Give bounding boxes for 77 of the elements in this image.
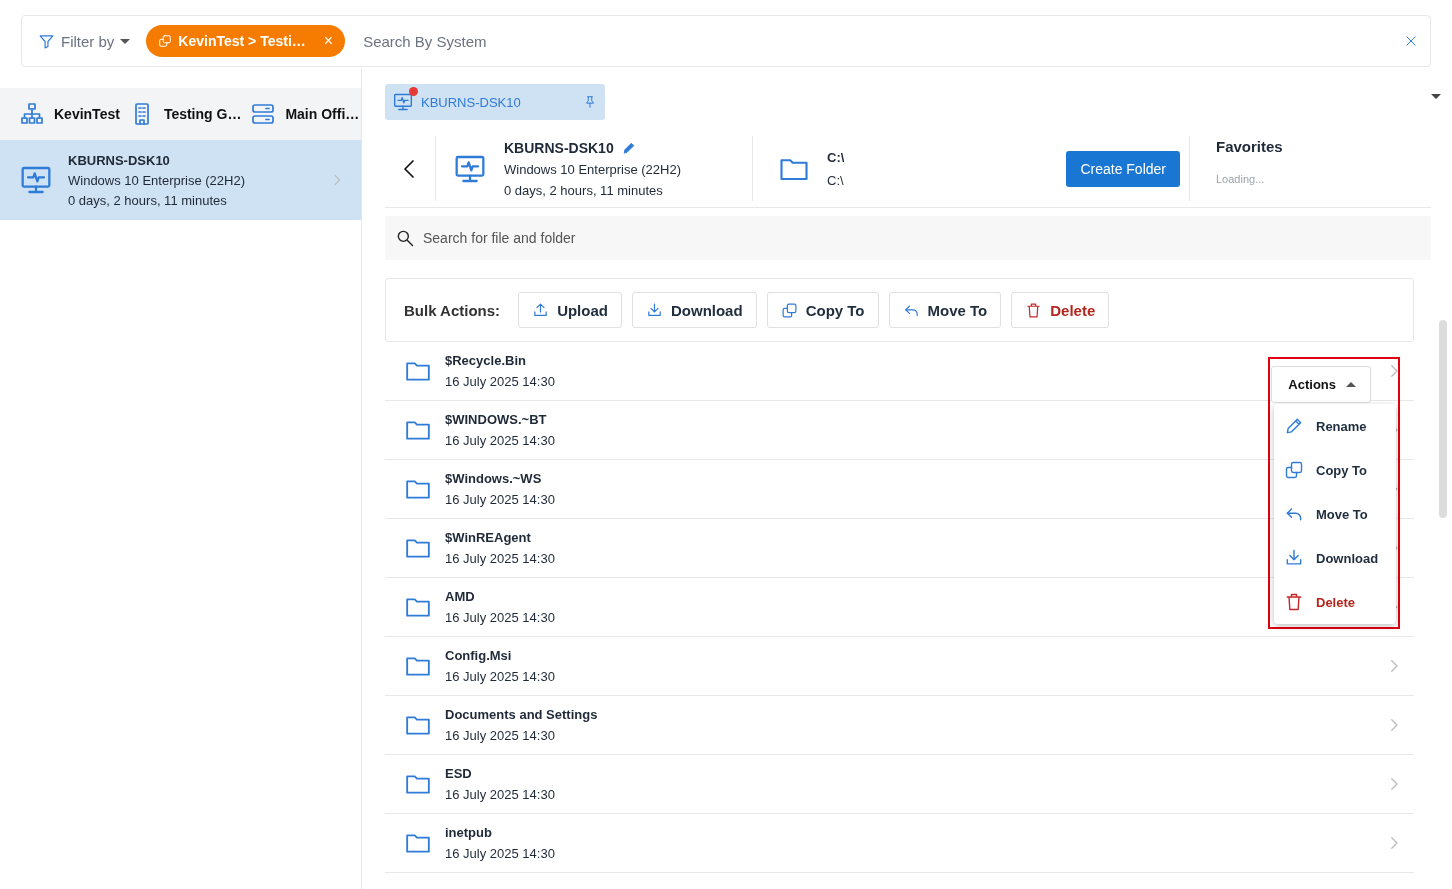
system-item[interactable]: KBURNS-DSK10 Windows 10 Enterprise (22H2) 0 days, 2 hours, 11 minutes <box>0 140 361 220</box>
copy-icon <box>1284 460 1304 480</box>
folder-date: 16 July 2025 14:30 <box>445 728 555 743</box>
edit-icon <box>621 140 636 155</box>
folder-name: $Windows.~WS <box>445 471 542 486</box>
monitor-icon <box>20 164 52 196</box>
menu-item[interactable]: Delete <box>1274 580 1396 624</box>
folder-date: 16 July 2025 14:30 <box>445 374 555 389</box>
folder-name: inetpub <box>445 825 492 840</box>
close-icon <box>1404 34 1418 48</box>
folder-name: ESD <box>445 766 472 781</box>
download-icon <box>645 301 663 319</box>
favorites-title: Favorites <box>1216 138 1284 155</box>
caret-icon <box>120 38 131 44</box>
search-icon <box>395 228 415 248</box>
folder-row[interactable]: Documents and Settings 16 July 2025 14:30 <box>385 696 1414 755</box>
folder-name: $Recycle.Bin <box>445 353 526 368</box>
system-name: KBURNS-DSK10 <box>68 152 171 168</box>
download-icon <box>1284 548 1304 568</box>
folder-name: $WINDOWS.~BT <box>445 412 547 427</box>
folder-date: 16 July 2025 14:30 <box>445 610 555 625</box>
breadcrumb-item[interactable]: Main Offi… <box>251 102 360 126</box>
file-search-field[interactable]: Search for file and folder <box>385 216 1431 260</box>
monitor-icon <box>393 92 413 112</box>
search-input[interactable]: Search for file and folder <box>421 229 1421 247</box>
menu-item[interactable]: Download <box>1274 536 1396 580</box>
hierarchy-icon <box>20 102 44 126</box>
caret-icon[interactable] <box>1431 94 1441 99</box>
create-folder-button[interactable]: Create Folder <box>1066 150 1180 187</box>
server-icon <box>251 102 276 126</box>
copy-icon <box>780 301 798 319</box>
trash-icon <box>1025 301 1043 319</box>
download-button[interactable]: Download <box>631 292 757 328</box>
device-uptime: 0 days, 2 hours, 11 minutes <box>504 182 664 198</box>
folder-row[interactable]: Config.Msi 16 July 2025 14:30 <box>385 637 1414 696</box>
folder-date: 16 July 2025 14:30 <box>445 551 555 566</box>
bulk-actions-label: Bulk Actions: <box>404 301 501 319</box>
caret-icon <box>1346 382 1356 387</box>
pin-icon <box>583 95 597 109</box>
folder-row[interactable]: ESD 16 July 2025 14:30 <box>385 755 1414 814</box>
folder-date: 16 July 2025 14:30 <box>445 492 555 507</box>
folder-name: Config.Msi <box>445 648 512 663</box>
upload-icon <box>532 301 550 319</box>
move-button[interactable]: Move To <box>888 292 1002 328</box>
menu-item[interactable]: Rename <box>1274 404 1396 448</box>
search-bar[interactable]: Filter by KevinTest > Testi… × Search By System <box>21 15 1431 67</box>
trash-icon <box>1284 592 1304 612</box>
folder-date: 16 July 2025 14:30 <box>445 787 555 802</box>
scrollbar[interactable] <box>1439 320 1447 518</box>
folder-name: Documents and Settings <box>445 707 598 722</box>
path-subtitle: C:\ <box>827 172 845 188</box>
device-name: KBURNS-DSK10 <box>504 139 614 156</box>
breadcrumb-label: KevinTest <box>54 106 120 122</box>
device-os: Windows 10 Enterprise (22H2) <box>504 161 682 177</box>
system-os: Windows 10 Enterprise (22H2) <box>68 172 247 188</box>
breadcrumb-item[interactable]: Testing G… <box>129 102 242 126</box>
breadcrumb-label: Testing G… <box>163 106 242 122</box>
filter-dropdown[interactable]: Filter by <box>38 32 131 50</box>
folder-name: $WinREAgent <box>445 530 531 545</box>
folder-date: 16 July 2025 14:30 <box>445 669 555 684</box>
copy-button[interactable]: Copy To <box>766 292 879 328</box>
folder-row[interactable]: inetpub 16 July 2025 14:30 <box>385 814 1414 873</box>
delete-button[interactable]: Delete <box>1011 292 1110 328</box>
actions-button[interactable]: Actions <box>1271 366 1371 403</box>
breadcrumb-label: Main Offi… <box>285 106 360 122</box>
rename-icon <box>1284 416 1304 436</box>
chip-label: KevinTest > Testi… <box>178 33 306 49</box>
breadcrumb-item[interactable]: KevinTest <box>20 102 120 126</box>
loading-text: Loading... <box>1216 173 1266 185</box>
filter-icon <box>38 32 55 50</box>
system-uptime: 0 days, 2 hours, 11 minutes <box>68 192 228 208</box>
folder-date: 16 July 2025 14:30 <box>445 433 555 448</box>
folder-date: 16 July 2025 14:30 <box>445 846 555 861</box>
upload-button[interactable]: Upload <box>518 292 622 328</box>
path-title: C:\ <box>827 149 845 165</box>
folder-name: AMD <box>445 589 475 604</box>
copy-icon <box>158 34 173 48</box>
